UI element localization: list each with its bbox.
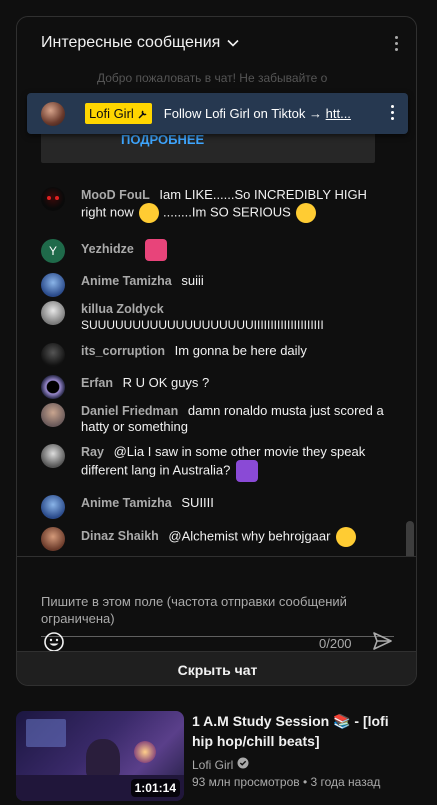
hide-chat-label: Скрыть чат — [177, 662, 258, 678]
message-author[interactable]: Daniel Friedman — [81, 404, 178, 418]
message-text: @Alchemist why behrojgaar — [168, 528, 331, 544]
thumbnail-window — [26, 719, 66, 747]
chat-message[interactable]: Dinaz Shaikh @Alchemist why behrojgaar — [41, 527, 386, 551]
message-text-continued: ........Im SO SERIOUS — [163, 204, 291, 220]
avatar — [41, 495, 65, 519]
message-text: R U OK guys ? — [122, 375, 210, 390]
message-author[interactable]: Erfan — [81, 376, 113, 390]
video-title[interactable]: 1 A.M Study Session 📚 - [lofi hip hop/ch… — [192, 711, 407, 751]
verified-check-icon — [237, 757, 249, 772]
thumbnail-lamp — [134, 741, 156, 763]
chat-message[interactable]: its_corruption Im gonna be here daily — [41, 343, 386, 367]
message-text: @Lia I saw in some other movie they spea… — [81, 444, 366, 478]
video-age: 3 года назад — [310, 775, 381, 789]
chat-input[interactable]: Пишите в этом поле (частота отправки соо… — [41, 593, 381, 627]
avatar: Y — [41, 239, 65, 263]
pinned-text: Follow Lofi Girl on Tiktok → htt... — [164, 106, 354, 121]
message-text: suiii — [181, 273, 204, 288]
laughing-emoji-icon — [336, 527, 357, 547]
message-author[interactable]: its_corruption — [81, 344, 165, 358]
avatar — [41, 444, 65, 468]
chat-scrollbar[interactable] — [406, 521, 414, 556]
pinned-more-icon[interactable] — [391, 105, 394, 120]
video-channel[interactable]: Lofi Girl — [192, 757, 249, 772]
recommended-video[interactable]: 1:01:14 1 A.M Study Session 📚 - [lofi hi… — [16, 711, 426, 801]
message-text: Im gonna be here daily — [174, 343, 307, 358]
chat-input-area: Пишите в этом поле (частота отправки соо… — [17, 556, 416, 652]
owner-badge[interactable]: Lofi Girl — [85, 103, 152, 124]
avatar — [41, 403, 65, 427]
pinned-author: Lofi Girl — [89, 106, 134, 121]
thumbnail-figure — [86, 739, 120, 779]
message-author[interactable]: killua Zoldyck — [81, 301, 380, 317]
message-author[interactable]: Anime Tamizha — [81, 496, 172, 510]
rolling-eyes-emoji-icon — [139, 203, 160, 223]
owner-wrench-icon — [138, 109, 148, 119]
message-author[interactable]: Anime Tamizha — [81, 274, 172, 288]
chat-message[interactable]: Y Yezhidze — [41, 239, 386, 263]
chat-messages: Добро пожаловать в чат! Не забывайте о П… — [17, 69, 416, 556]
message-author[interactable]: Dinaz Shaikh — [81, 529, 159, 543]
pinned-message: Follow Lofi Girl on Tiktok → — [163, 106, 326, 121]
grimacing-emoji-icon — [296, 203, 317, 223]
avatar — [41, 301, 65, 325]
chevron-down-icon[interactable] — [226, 36, 240, 50]
message-text: SUUUUUUUUUUUUUUUUUUUIIIIIIIIIIIIIIIIIIII… — [81, 318, 324, 332]
avatar — [41, 187, 65, 211]
message-author[interactable]: Ray — [81, 445, 104, 459]
meta-separator: • — [302, 775, 311, 789]
video-thumbnail[interactable]: 1:01:14 — [16, 711, 184, 801]
message-text: SUIIII — [181, 495, 214, 510]
avatar — [41, 101, 65, 126]
hide-chat-button[interactable]: Скрыть чат — [17, 651, 416, 685]
pinned-link[interactable]: htt... — [326, 106, 351, 121]
sticker-icon — [236, 460, 258, 482]
chat-message[interactable]: killua Zoldyck SUUUUUUUUUUUUUUUUUUUIIIII… — [41, 301, 386, 333]
pinned-message-banner[interactable]: Lofi Girl Follow Lofi Girl on Tiktok → h… — [27, 93, 408, 134]
video-meta: 93 млн просмотров • 3 года назад — [192, 775, 380, 789]
chat-message[interactable]: Anime Tamizha SUIIII — [41, 495, 386, 519]
welcome-text: Добро пожаловать в чат! Не забывайте о — [97, 71, 328, 85]
chat-mode-selector[interactable]: Интересные сообщения — [41, 34, 220, 52]
avatar-letter: Y — [48, 244, 57, 258]
chat-title: Интересные сообщения — [41, 34, 221, 51]
channel-name[interactable]: Lofi Girl — [192, 758, 233, 772]
avatar — [41, 527, 65, 551]
chat-message[interactable]: MooD FouL Iam LIKE......So INCREDIBLY HI… — [41, 187, 386, 223]
message-author[interactable]: Yezhidze — [81, 242, 134, 256]
chat-more-options-icon[interactable] — [389, 30, 404, 57]
avatar — [41, 273, 65, 297]
char-counter: 0/200 — [319, 636, 352, 651]
learn-more-link[interactable]: ПОДРОБНЕЕ — [121, 132, 204, 147]
live-chat-panel: Интересные сообщения Добро пожаловать в … — [16, 16, 417, 686]
avatar — [41, 343, 65, 367]
chat-header: Интересные сообщения — [17, 17, 416, 70]
chat-message[interactable]: Erfan R U OK guys ? — [41, 375, 386, 399]
avatar — [41, 375, 65, 399]
chat-message[interactable]: Ray @Lia I saw in some other movie they … — [41, 444, 386, 482]
video-duration: 1:01:14 — [130, 779, 180, 797]
chat-message[interactable]: Anime Tamizha suiii — [41, 273, 386, 297]
sticker-icon — [145, 239, 168, 261]
message-author[interactable]: MooD FouL — [81, 188, 150, 202]
video-views: 93 млн просмотров — [192, 775, 300, 789]
chat-message[interactable]: Daniel Friedman damn ronaldo musta just … — [41, 403, 386, 435]
